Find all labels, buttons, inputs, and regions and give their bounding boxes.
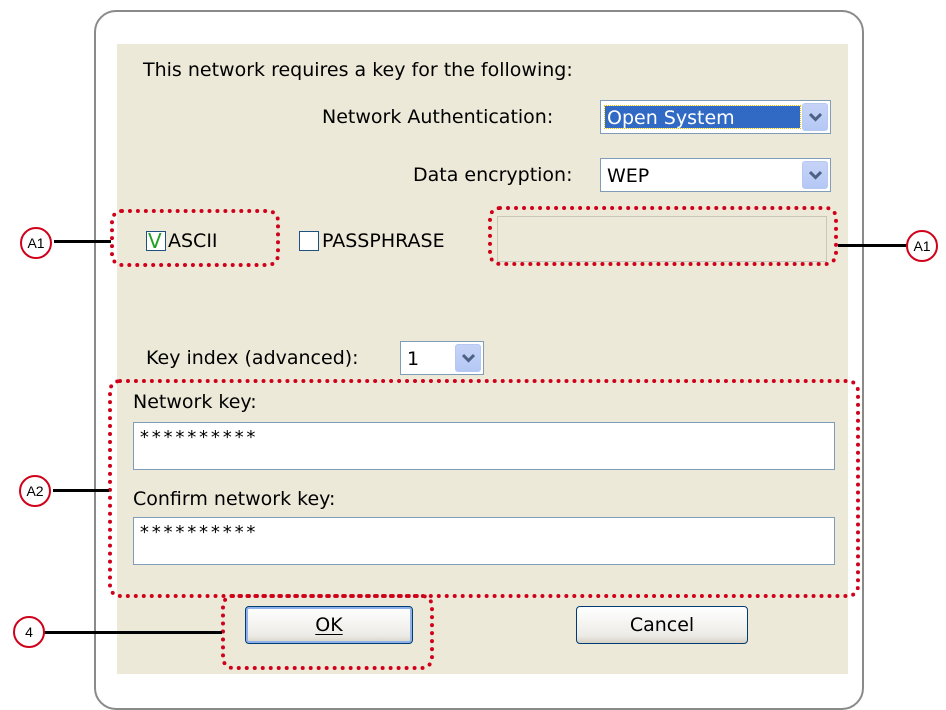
annotation-box-passphrase (488, 206, 838, 266)
annotation-box-ok (221, 594, 434, 670)
annotation-box-network-key (108, 379, 860, 598)
callout-a2: A2 (19, 475, 51, 507)
key-index-select[interactable]: 1 (400, 341, 484, 375)
leader-line-a1-right (838, 244, 908, 247)
data-encryption-dropdown-button[interactable] (802, 161, 828, 189)
cancel-button[interactable]: Cancel (576, 606, 748, 644)
passphrase-checkbox[interactable] (299, 231, 319, 251)
data-encryption-label: Data encryption: (413, 164, 573, 186)
key-index-dropdown-button[interactable] (455, 344, 481, 372)
data-encryption-select[interactable]: WEP (600, 158, 831, 192)
leader-line-a1-left (54, 240, 111, 243)
callout-a1-right: A1 (906, 230, 938, 262)
annotation-box-ascii (110, 209, 280, 267)
network-authentication-label: Network Authentication: (322, 106, 554, 128)
chevron-down-icon (462, 353, 475, 363)
network-authentication-value: Open System (604, 105, 801, 129)
callout-4: 4 (13, 616, 45, 648)
key-index-label: Key index (advanced): (146, 347, 359, 369)
chevron-down-icon (809, 112, 822, 122)
key-index-value: 1 (407, 348, 420, 369)
leader-line-4 (41, 631, 222, 634)
callout-a1-left: A1 (20, 227, 52, 259)
network-authentication-dropdown-button[interactable] (802, 103, 828, 131)
leader-line-a2 (53, 489, 109, 492)
data-encryption-value: WEP (607, 165, 650, 186)
chevron-down-icon (809, 170, 822, 180)
network-authentication-select[interactable]: Open System (600, 100, 831, 134)
passphrase-label: PASSPHRASE (322, 230, 445, 252)
requirement-header: This network requires a key for the foll… (143, 59, 573, 81)
